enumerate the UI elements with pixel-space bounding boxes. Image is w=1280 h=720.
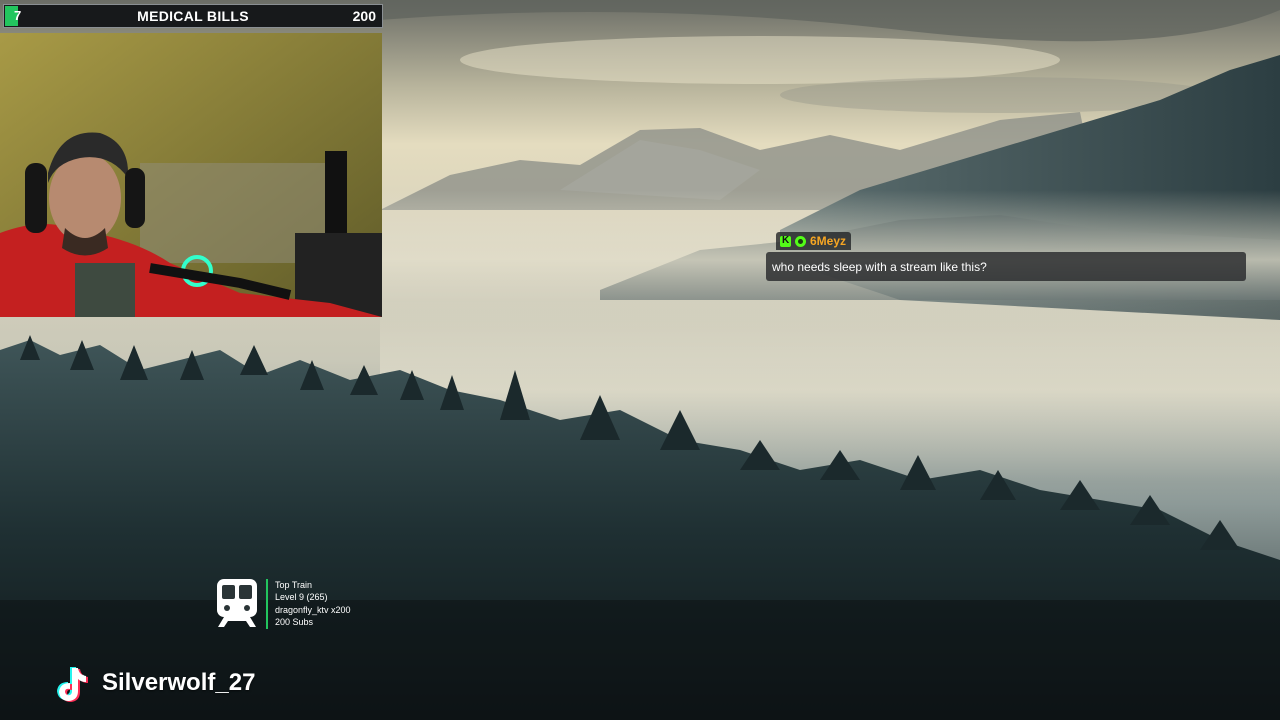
webcam-feed bbox=[0, 33, 382, 317]
chat-message-text: who needs sleep with a stream like this? bbox=[766, 251, 1246, 281]
chat-message-header: 6Meyz bbox=[776, 232, 852, 250]
train-title: Top Train bbox=[275, 580, 313, 590]
chat-username: 6Meyz bbox=[810, 234, 847, 248]
tiktok-username: Silverwolf_27 bbox=[102, 669, 256, 696]
train-top-contributor: dragonfly_ktv x200 bbox=[275, 604, 351, 615]
train-accent-bar bbox=[266, 579, 268, 629]
subscriber-badge-icon bbox=[795, 235, 806, 247]
goal-target-value: 200 bbox=[352, 8, 376, 24]
goal-progress-bar: 7 MEDICAL BILLS 200 bbox=[3, 4, 383, 28]
train-sub-count: 200 Subs bbox=[275, 616, 314, 627]
train-icon bbox=[217, 579, 257, 627]
goal-title: MEDICAL BILLS bbox=[137, 8, 249, 24]
tiktok-icon bbox=[57, 667, 88, 702]
kick-badge-icon bbox=[780, 235, 791, 247]
train-info: Top Train Level 9 (265) dragonfly_ktv x2… bbox=[275, 579, 351, 628]
train-level: Level 9 (265) bbox=[275, 592, 328, 603]
top-train-widget: Top Train Level 9 (265) dragonfly_ktv x2… bbox=[214, 577, 414, 632]
chat-message: 6Meyz who needs sleep with a stream like… bbox=[766, 232, 1246, 281]
